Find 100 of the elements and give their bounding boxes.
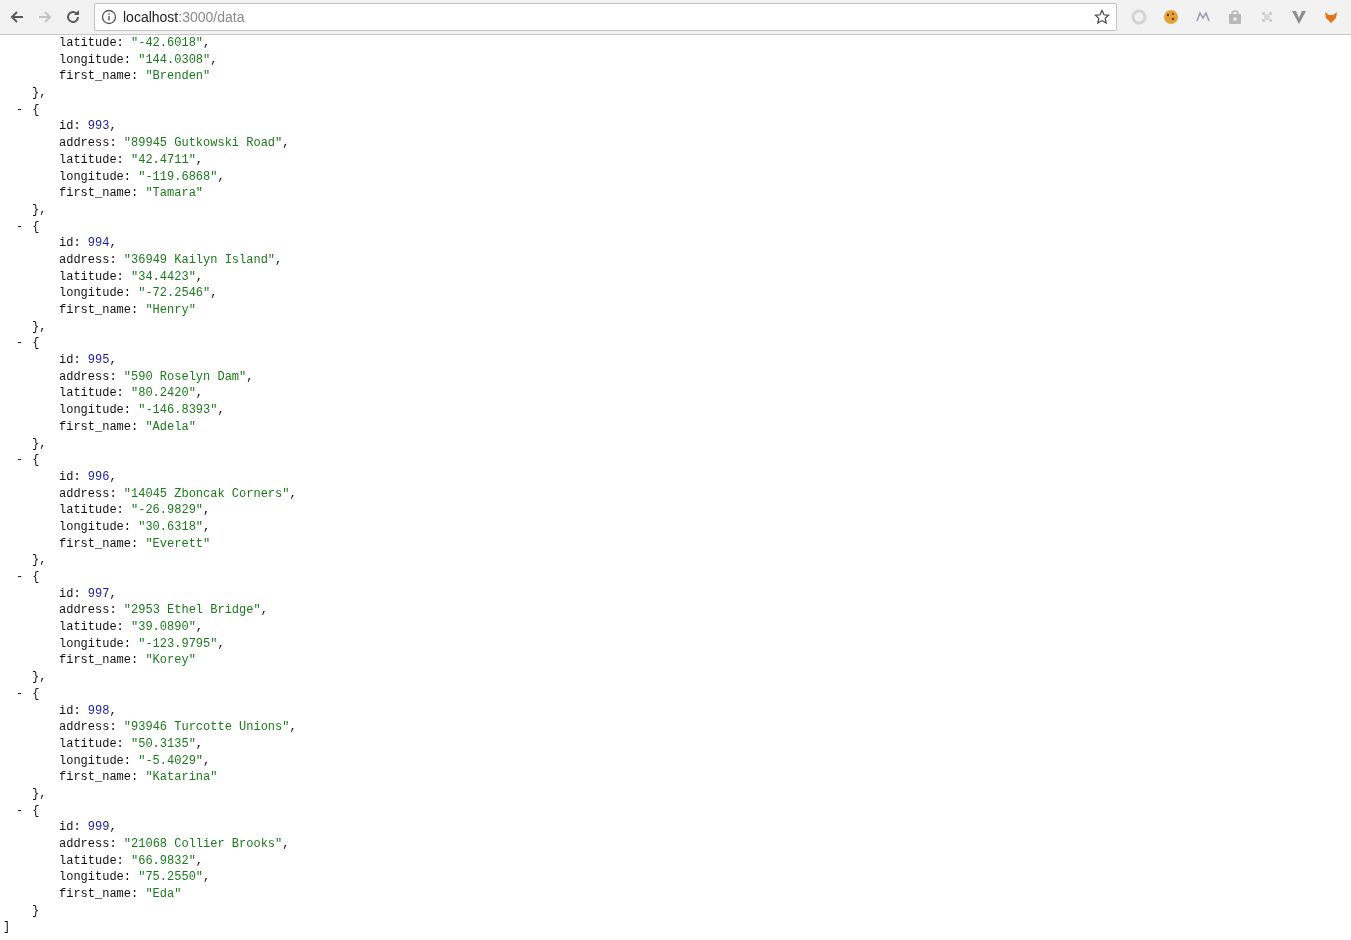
- json-key: latitude:: [59, 735, 131, 753]
- json-key: longitude:: [59, 635, 139, 653]
- json-value: "-72.2546": [138, 285, 211, 302]
- comma: ,: [195, 852, 204, 870]
- json-key: id:: [59, 235, 88, 252]
- json-key: address:: [59, 135, 124, 152]
- json-value: "36949 Kailyn Island": [123, 251, 276, 269]
- json-value: "-146.8393": [138, 402, 218, 419]
- json-key: address:: [59, 836, 124, 853]
- comma: ,: [275, 251, 283, 269]
- json-key: longitude:: [59, 402, 139, 419]
- json-key: first_name:: [59, 68, 146, 86]
- json-value: "42.4711": [131, 151, 196, 169]
- json-key: address:: [59, 719, 124, 736]
- close-brace: },: [32, 318, 47, 336]
- comma: ,: [210, 51, 218, 69]
- json-value: "93946 Turcotte Unions": [123, 719, 290, 736]
- json-key: longitude:: [59, 168, 139, 186]
- collapse-toggle[interactable]: -: [16, 335, 24, 353]
- json-value: 995: [87, 352, 110, 369]
- json-key: first_name:: [59, 418, 146, 436]
- collapse-toggle[interactable]: -: [16, 452, 24, 469]
- comma: ,: [109, 819, 117, 836]
- json-key: address:: [59, 485, 124, 503]
- comma: ,: [109, 235, 117, 252]
- json-key: id:: [59, 468, 88, 486]
- comma: ,: [203, 869, 211, 887]
- json-value: "14045 Zboncak Corners": [123, 485, 290, 503]
- json-value: 994: [87, 235, 110, 252]
- comma: ,: [203, 35, 211, 52]
- reload-icon: [65, 9, 81, 25]
- json-key: first_name:: [59, 302, 146, 319]
- comma: ,: [195, 735, 204, 753]
- close-brace: },: [32, 435, 47, 453]
- comma: ,: [282, 836, 290, 853]
- json-value: "-5.4029": [138, 752, 204, 770]
- back-icon: [9, 9, 25, 25]
- json-value: "Adela": [145, 418, 196, 436]
- collapse-toggle[interactable]: -: [16, 802, 24, 820]
- json-key: latitude:: [59, 619, 131, 636]
- json-value: 998: [87, 702, 110, 720]
- json-value: "Korey": [145, 652, 196, 670]
- json-value: "39.0890": [131, 619, 196, 636]
- open-brace: {: [32, 101, 40, 119]
- comma: ,: [260, 602, 268, 620]
- url-text: localhost:3000/data: [123, 9, 246, 25]
- forward-icon: [37, 9, 53, 25]
- json-value: "-26.9829": [131, 502, 204, 519]
- comma: ,: [109, 585, 117, 603]
- comma: ,: [217, 168, 225, 186]
- info-icon: [101, 9, 117, 25]
- comma: ,: [217, 635, 225, 653]
- json-key: id:: [59, 585, 88, 603]
- json-value: "Katarina": [145, 769, 218, 786]
- comma: ,: [109, 702, 117, 720]
- open-brace: {: [32, 569, 40, 586]
- json-key: first_name:: [59, 185, 146, 202]
- json-key: latitude:: [59, 35, 131, 52]
- comma: ,: [203, 752, 211, 770]
- address-bar[interactable]: localhost:3000/data: [94, 3, 1117, 31]
- collapse-toggle[interactable]: -: [16, 101, 24, 119]
- json-value: "34.4423": [131, 268, 196, 286]
- open-brace: {: [32, 335, 40, 353]
- json-key: first_name:: [59, 535, 146, 553]
- close-brace: },: [32, 669, 47, 686]
- comma: ,: [246, 368, 254, 386]
- collapse-toggle[interactable]: -: [16, 218, 24, 236]
- json-key: id:: [59, 118, 88, 136]
- json-value: "2953 Ethel Bridge": [123, 602, 261, 620]
- collapse-toggle[interactable]: -: [16, 569, 24, 586]
- comma: ,: [217, 402, 225, 419]
- open-brace: {: [32, 452, 40, 469]
- json-key: longitude:: [59, 518, 139, 536]
- collapse-toggle[interactable]: -: [16, 685, 24, 703]
- json-value: "50.3135": [131, 735, 196, 753]
- close-brace: },: [32, 85, 47, 102]
- json-key: id:: [59, 352, 88, 369]
- close-brace: }: [32, 902, 40, 920]
- star-icon: [1094, 9, 1110, 25]
- comma: ,: [203, 502, 211, 519]
- json-value: "21068 Collier Brooks": [123, 836, 283, 853]
- json-key: latitude:: [59, 151, 131, 169]
- comma: ,: [109, 352, 117, 369]
- json-value: "-119.6868": [138, 168, 218, 186]
- json-value: "-42.6018": [131, 35, 204, 52]
- comma: ,: [195, 385, 204, 403]
- json-key: longitude:: [59, 752, 139, 770]
- json-value: "Everett": [145, 535, 211, 553]
- json-value: "Henry": [145, 302, 196, 319]
- json-key: latitude:: [59, 502, 131, 519]
- open-brace: {: [32, 218, 40, 236]
- json-value: "66.9832": [131, 852, 196, 870]
- comma: ,: [195, 268, 204, 286]
- comma: ,: [282, 135, 290, 152]
- comma: ,: [195, 151, 204, 169]
- open-brace: {: [32, 685, 40, 703]
- open-brace: {: [32, 802, 40, 820]
- json-key: id:: [59, 819, 88, 836]
- json-value: "30.6318": [138, 518, 204, 536]
- json-value: 997: [87, 585, 110, 603]
